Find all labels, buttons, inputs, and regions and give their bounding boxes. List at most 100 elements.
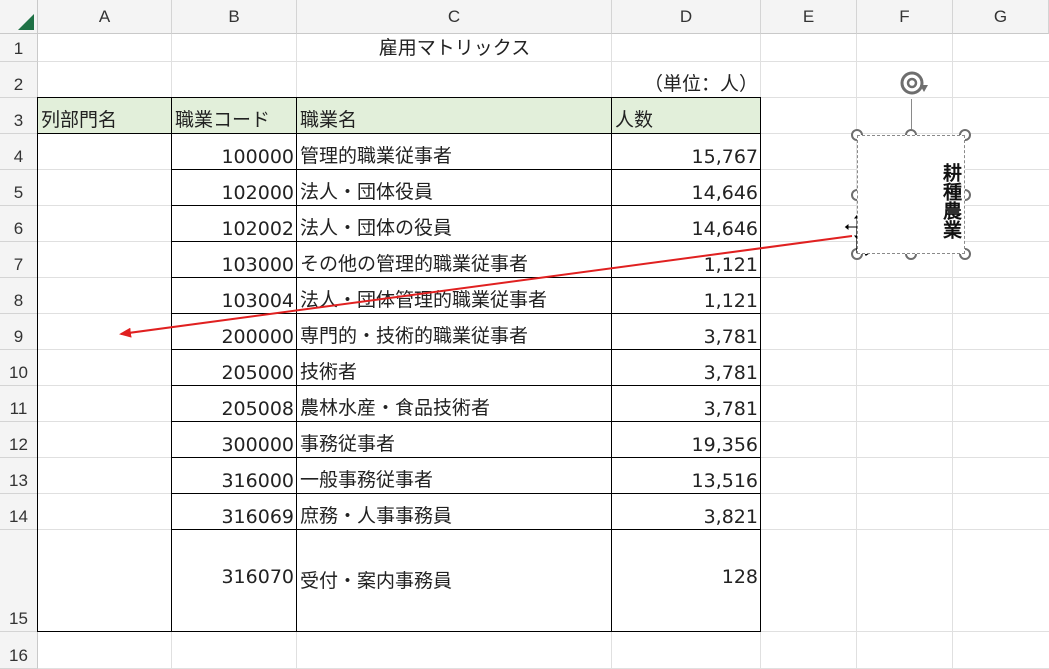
row-header-4[interactable]: 4 — [0, 134, 38, 170]
cell-text: 14,646 — [691, 218, 758, 240]
row-header-8[interactable]: 8 — [0, 278, 38, 314]
row-number: 16 — [9, 646, 28, 665]
cell-text: 13,516 — [691, 470, 758, 492]
cell-text: 列部門名 — [41, 109, 118, 131]
cell-text: 管理的職業従事者 — [300, 145, 453, 167]
row-header-1[interactable]: 1 — [0, 34, 38, 62]
row-header-12[interactable]: 12 — [0, 422, 38, 458]
table-border — [171, 385, 761, 386]
table-cell-name[interactable]: 管理的職業従事者 — [297, 134, 612, 170]
cell-text: 3,781 — [703, 398, 758, 420]
table-cell-count[interactable]: 3,781 — [612, 386, 761, 422]
table-cell-count[interactable]: 1,121 — [612, 278, 761, 314]
table-cell-code[interactable]: 205000 — [172, 350, 297, 386]
row-number: 13 — [9, 471, 28, 490]
cell-text: 103004 — [221, 290, 294, 312]
cell-text: 100000 — [221, 146, 294, 168]
cell-text: 102000 — [221, 182, 294, 204]
table-cell-code[interactable]: 103000 — [172, 242, 297, 278]
table-cell-code[interactable]: 102002 — [172, 206, 297, 242]
cell-text: 316070 — [221, 566, 294, 588]
cell-text: （単位：人） — [643, 73, 758, 95]
header-cell-dept[interactable]: 列部門名 — [38, 98, 172, 134]
row-header-14[interactable]: 14 — [0, 494, 38, 530]
table-cell-name[interactable]: 農林水産・食品技術者 — [297, 386, 612, 422]
row-header-2[interactable]: 2 — [0, 62, 38, 98]
table-border — [171, 493, 761, 494]
table-cell-code[interactable]: 100000 — [172, 134, 297, 170]
cell-text: 職業名 — [300, 109, 358, 131]
unit-cell[interactable]: （単位：人） — [612, 62, 761, 98]
table-cell-code[interactable]: 316000 — [172, 458, 297, 494]
table-cell-count[interactable]: 15,767 — [612, 134, 761, 170]
cell-text: 200000 — [221, 326, 294, 348]
cell-text: 1,121 — [703, 290, 758, 312]
table-cell-code[interactable]: 316069 — [172, 494, 297, 530]
row-header-13[interactable]: 13 — [0, 458, 38, 494]
row-header-11[interactable]: 11 — [0, 386, 38, 422]
row-header-7[interactable]: 7 — [0, 242, 38, 278]
select-all-button[interactable] — [0, 0, 38, 34]
column-header-f[interactable]: F — [857, 0, 953, 34]
table-border — [171, 421, 761, 422]
table-cell-code[interactable]: 103004 — [172, 278, 297, 314]
column-header-a[interactable]: A — [38, 0, 172, 34]
table-border — [171, 529, 761, 530]
table-cell-name[interactable]: 法人・団体役員 — [297, 170, 612, 206]
table-cell-count[interactable]: 14,646 — [612, 170, 761, 206]
cell-text: 法人・団体の役員 — [300, 217, 453, 239]
column-header-e[interactable]: E — [761, 0, 857, 34]
header-cell-code[interactable]: 職業コード — [172, 98, 297, 134]
table-cell-name[interactable]: 専門的・技術的職業従事者 — [297, 314, 612, 350]
row-header-15[interactable]: 15 — [0, 530, 38, 632]
column-header-d[interactable]: D — [612, 0, 761, 34]
row-header-3[interactable]: 3 — [0, 98, 38, 134]
table-cell-code[interactable]: 205008 — [172, 386, 297, 422]
column-header-b[interactable]: B — [172, 0, 297, 34]
table-cell-code[interactable]: 200000 — [172, 314, 297, 350]
row-header-6[interactable]: 6 — [0, 206, 38, 242]
table-cell-name[interactable]: その他の管理的職業従事者 — [297, 242, 612, 278]
row-header-10[interactable]: 10 — [0, 350, 38, 386]
cell-text: 専門的・技術的職業従事者 — [300, 325, 529, 347]
cell-text: 128 — [721, 566, 758, 588]
spreadsheet-grid[interactable]: A B C D E F G 1 2 3 4 5 6 7 8 9 10 11 12 13 14 15 16 列部門名 職業コード職… — [0, 0, 1049, 669]
cell-text: 受付・案内事務員 — [300, 570, 453, 592]
table-cell-count[interactable]: 14,646 — [612, 206, 761, 242]
table-cell-count[interactable]: 3,781 — [612, 350, 761, 386]
table-cell-count[interactable]: 19,356 — [612, 422, 761, 458]
table-cell-name[interactable]: 受付・案内事務員 — [297, 530, 612, 632]
column-header-g[interactable]: G — [953, 0, 1049, 34]
table-cell-count[interactable]: 1,121 — [612, 242, 761, 278]
cell-text: 15,767 — [691, 146, 758, 168]
header-cell-name[interactable]: 職業名 — [297, 98, 612, 134]
row-header-9[interactable]: 9 — [0, 314, 38, 350]
table-cell-name[interactable]: 法人・団体の役員 — [297, 206, 612, 242]
header-cell-count[interactable]: 人数 — [612, 98, 761, 134]
table-cell-name[interactable]: 一般事務従事者 — [297, 458, 612, 494]
row-number: 3 — [13, 111, 24, 130]
row-header-16[interactable]: 16 — [0, 632, 38, 669]
text-box-shape[interactable]: 耕種農業 — [857, 135, 965, 254]
table-cell-count[interactable]: 13,516 — [612, 458, 761, 494]
cell-text: 技術者 — [300, 361, 358, 383]
table-border — [37, 133, 761, 134]
title-cell[interactable]: 雇用マトリックス — [297, 34, 612, 62]
cell-text: 事務従事者 — [300, 433, 396, 455]
table-cell-count[interactable]: 3,781 — [612, 314, 761, 350]
table-cell-name[interactable]: 技術者 — [297, 350, 612, 386]
cell-text: 法人・団体管理的職業従事者 — [300, 289, 548, 311]
table-cell-count[interactable]: 3,821 — [612, 494, 761, 530]
table-cell-name[interactable]: 事務従事者 — [297, 422, 612, 458]
row-header-5[interactable]: 5 — [0, 170, 38, 206]
table-cell-name[interactable]: 法人・団体管理的職業従事者 — [297, 278, 612, 314]
row-number: 1 — [13, 39, 24, 58]
table-border — [171, 241, 761, 242]
table-cell-count[interactable]: 128 — [612, 530, 761, 632]
rotate-handle-icon[interactable] — [896, 66, 930, 100]
table-cell-name[interactable]: 庶務・人事事務員 — [297, 494, 612, 530]
column-header-c[interactable]: C — [297, 0, 612, 34]
table-cell-code[interactable]: 300000 — [172, 422, 297, 458]
table-cell-code[interactable]: 102000 — [172, 170, 297, 206]
table-cell-code[interactable]: 316070 — [172, 530, 297, 632]
